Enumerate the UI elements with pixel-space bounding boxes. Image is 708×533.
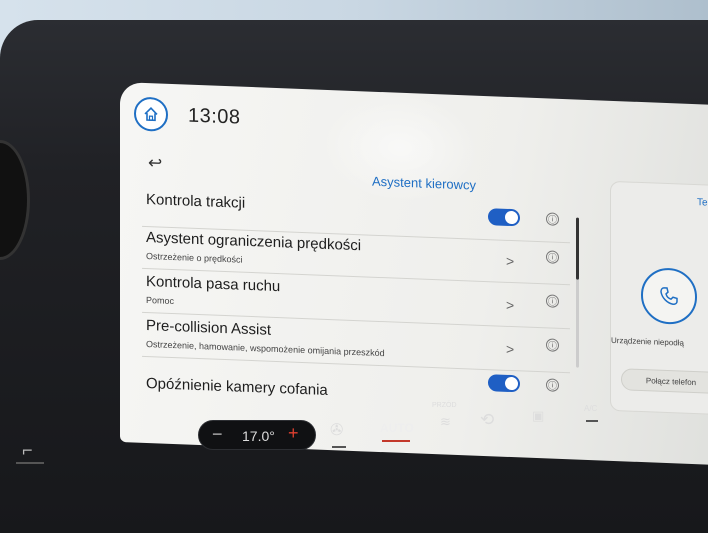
setting-sublabel: Ostrzeżenie o prędkości: [146, 250, 243, 265]
info-icon[interactable]: ⓘ: [546, 378, 559, 392]
temperature-value: 17.0°: [242, 428, 275, 444]
front-defrost-icon[interactable]: ≋: [440, 414, 451, 430]
setting-sublabel: Pomoc: [146, 294, 175, 307]
info-icon[interactable]: ⓘ: [546, 294, 559, 308]
auto-climate-button[interactable]: AUTO: [380, 421, 414, 435]
seat-icon[interactable]: ⌐: [22, 440, 33, 461]
infotainment-screen: 13:08 ↩ Asystent kierowcy Kontrola trakc…: [120, 82, 708, 470]
phone-status: Urządzenie niepodłą: [611, 335, 684, 348]
setting-row-rear-camera-delay[interactable]: Opóźnienie kamery cofania ⓘ: [142, 365, 570, 417]
chevron-right-icon[interactable]: >: [506, 341, 514, 357]
setting-label: Kontrola pasa ruchu: [146, 272, 281, 296]
setting-label: Opóźnienie kamery cofania: [146, 374, 328, 399]
setting-sublabel: Ostrzeżenie, hamowanie, wspomożenie omij…: [146, 338, 385, 359]
home-icon: [144, 107, 158, 122]
setting-label: Kontrola trakcji: [146, 190, 246, 212]
front-label: PRZÓD: [432, 402, 457, 409]
back-arrow-icon[interactable]: ↩: [148, 153, 162, 174]
phone-button[interactable]: [641, 267, 697, 326]
connect-phone-button[interactable]: Połącz telefon: [621, 368, 708, 395]
screen-surface: 13:08 ↩ Asystent kierowcy Kontrola trakc…: [120, 82, 708, 466]
traction-control-toggle[interactable]: [488, 208, 520, 227]
ac-indicator: [586, 420, 598, 422]
info-icon[interactable]: ⓘ: [546, 250, 559, 264]
fan-indicator: [332, 446, 346, 448]
info-icon[interactable]: ⓘ: [546, 212, 559, 226]
phone-card[interactable]: Telefo Urządzenie niepodłą Połącz telefo…: [610, 180, 708, 416]
auto-indicator: [382, 440, 410, 442]
phone-icon: [660, 287, 678, 305]
home-button[interactable]: [134, 96, 168, 132]
scrollbar-thumb[interactable]: [576, 217, 579, 280]
chevron-right-icon[interactable]: >: [506, 253, 514, 269]
temp-up-button[interactable]: +: [288, 423, 299, 444]
rear-camera-delay-toggle[interactable]: [488, 374, 520, 393]
scrollbar[interactable]: [576, 217, 579, 368]
seat-heat-indicator: [16, 462, 44, 464]
setting-label: Pre-collision Assist: [146, 316, 272, 339]
temp-down-button[interactable]: −: [212, 424, 223, 445]
clock: 13:08: [188, 104, 241, 129]
info-icon[interactable]: ⓘ: [546, 338, 559, 352]
fan-icon[interactable]: ✇: [330, 420, 343, 440]
chevron-right-icon[interactable]: >: [506, 297, 514, 313]
left-knob: [0, 140, 30, 260]
rear-defrost-icon[interactable]: ▣: [532, 408, 544, 424]
ac-button[interactable]: A/C: [584, 404, 597, 413]
phone-card-title: Telefo: [697, 197, 708, 210]
recirculation-icon[interactable]: ⟲: [480, 410, 494, 430]
